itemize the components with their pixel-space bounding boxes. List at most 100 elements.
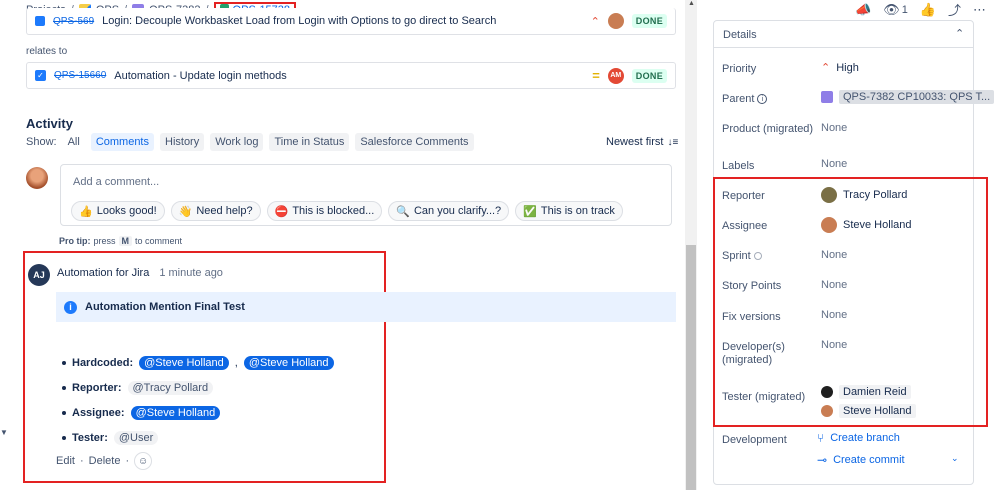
- mention[interactable]: @Steve Holland: [130, 406, 221, 420]
- priority-high-icon: ⌃: [590, 15, 600, 28]
- field-value-sprint[interactable]: None: [821, 249, 847, 261]
- avatar: AM: [607, 67, 624, 84]
- field-value-tester-1[interactable]: Damien Reid: [821, 385, 911, 399]
- developers-label: (migrated): [722, 354, 773, 366]
- pro-tip: Pro tip: press M to comment: [59, 236, 182, 246]
- linked-issue-key[interactable]: QPS-15660: [54, 70, 106, 81]
- reporter-name: Tracy Pollard: [843, 189, 908, 201]
- tab-comments[interactable]: Comments: [90, 133, 154, 151]
- info-panel-text: Automation Mention Final Test: [85, 301, 245, 313]
- reply-need-help-button[interactable]: 👋 Need help?: [170, 201, 261, 221]
- tab-all[interactable]: All: [62, 133, 85, 151]
- field-label-priority: Priority: [722, 63, 757, 75]
- field-value-developers[interactable]: None: [821, 339, 847, 351]
- mention[interactable]: @User: [113, 431, 159, 445]
- tab-salesforce-comments[interactable]: Salesforce Comments: [355, 133, 474, 151]
- linked-issue-row[interactable]: ✓ QPS-15660 Automation - Update login me…: [26, 62, 676, 89]
- divider: [713, 47, 974, 48]
- tester-name: Steve Holland: [839, 404, 916, 418]
- create-commit-button[interactable]: ⊸ Create commit: [817, 453, 905, 467]
- parent-label: Parent: [722, 93, 755, 105]
- assignee-name: Steve Holland: [843, 219, 912, 231]
- separator-dot: ·: [125, 455, 130, 467]
- pro-tip-text: press: [93, 236, 116, 246]
- field-label-reporter: Reporter: [722, 190, 765, 202]
- field-value-fix-versions[interactable]: None: [821, 309, 847, 321]
- field-value-reporter[interactable]: Tracy Pollard: [821, 187, 907, 203]
- field-value-parent[interactable]: QPS-7382 CP10033: QPS T...: [821, 90, 995, 104]
- details-title[interactable]: Details: [723, 29, 757, 41]
- linked-issue-title[interactable]: Login: Decouple Workbasket Load from Log…: [102, 15, 582, 27]
- sort-icon: ↓≡: [667, 136, 679, 148]
- separator-dot: ·: [79, 455, 84, 467]
- tab-history[interactable]: History: [160, 133, 205, 151]
- delete-button[interactable]: Delete: [89, 455, 121, 467]
- create-branch-label: Create branch: [830, 432, 900, 444]
- tab-work-log[interactable]: Work log: [210, 133, 264, 151]
- tab-time-in-status[interactable]: Time in Status: [269, 133, 350, 151]
- comma: ,: [234, 357, 238, 369]
- megaphone-icon[interactable]: 📣: [855, 2, 871, 18]
- reply-label: This is on track: [540, 205, 615, 217]
- scroll-up-arrow-icon[interactable]: ▲: [688, 0, 695, 7]
- status-badge[interactable]: DONE: [631, 14, 667, 28]
- chevron-down-icon[interactable]: ⌄: [951, 453, 959, 464]
- reply-blocked-button[interactable]: ⛔ This is blocked...: [266, 201, 383, 221]
- field-value-tester-2[interactable]: Steve Holland: [821, 404, 916, 418]
- sort-button[interactable]: Newest first ↓≡: [606, 136, 678, 148]
- share-icon[interactable]: ⤴: [948, 0, 961, 19]
- comment-editor[interactable]: Add a comment... 👍 Looks good! 👋 Need help…: [60, 164, 672, 226]
- field-value-product[interactable]: None: [821, 122, 847, 134]
- create-branch-button[interactable]: ⑂ Create branch: [817, 431, 900, 445]
- status-badge[interactable]: DONE: [631, 68, 667, 83]
- field-label-labels: Labels: [722, 160, 755, 172]
- reply-label: Can you clarify...?: [413, 205, 502, 217]
- add-reaction-icon[interactable]: ☺: [134, 452, 153, 470]
- wave-icon: 👋: [178, 205, 193, 218]
- reply-looks-good-button[interactable]: 👍 Looks good!: [71, 201, 165, 221]
- bullet-dot: [62, 411, 66, 415]
- edit-button[interactable]: Edit: [56, 455, 75, 467]
- reply-clarify-button[interactable]: 🔍 Can you clarify...?: [388, 201, 510, 221]
- field-label-story-points: Story Points: [722, 280, 782, 292]
- tester-label: Tester:: [72, 432, 108, 444]
- list-item: Assignee: @Steve Holland: [62, 406, 221, 420]
- collapse-chevron-icon[interactable]: ⌃: [955, 27, 964, 40]
- quick-replies: 👍 Looks good! 👋 Need help? ⛔ This is blocke…: [71, 201, 623, 221]
- reply-on-track-button[interactable]: ✅ This is on track: [515, 201, 623, 221]
- field-value-assignee[interactable]: Steve Holland: [821, 217, 912, 233]
- scrollbar-thumb[interactable]: [686, 245, 696, 490]
- avatar: [607, 13, 624, 29]
- field-value-labels[interactable]: None: [821, 158, 847, 170]
- comment-placeholder[interactable]: Add a comment...: [73, 176, 159, 188]
- mention[interactable]: @Steve Holland: [139, 356, 229, 370]
- list-item: Reporter: @Tracy Pollard: [62, 381, 214, 395]
- check-icon: ✅: [523, 205, 537, 218]
- bullet-dot: [62, 361, 66, 365]
- field-value-priority[interactable]: ⌃ High: [821, 61, 859, 75]
- comment-author[interactable]: Automation for Jira: [57, 267, 149, 279]
- show-label: Show:: [26, 136, 57, 148]
- relates-to-label: relates to: [26, 46, 68, 57]
- avatar: [821, 405, 833, 417]
- mention[interactable]: @Tracy Pollard: [127, 381, 214, 395]
- create-commit-label: Create commit: [833, 454, 905, 466]
- mention[interactable]: @Steve Holland: [243, 356, 334, 370]
- field-label-assignee: Assignee: [722, 220, 768, 232]
- checkbox-icon: [35, 16, 45, 26]
- more-icon[interactable]: ⋯: [973, 2, 986, 18]
- linked-issue-row[interactable]: QPS-569 Login: Decouple Workbasket Load …: [26, 8, 676, 35]
- scroll-down-arrow-icon[interactable]: ▼: [0, 428, 8, 437]
- watch-button[interactable]: 👁 1: [883, 2, 908, 18]
- info-icon[interactable]: [753, 252, 762, 260]
- current-user-avatar: [26, 167, 48, 189]
- thumbs-up-icon[interactable]: 👍: [920, 2, 936, 18]
- parent-value: QPS-7382 CP10033: QPS T...: [839, 90, 995, 104]
- field-label-fix-versions: Fix versions: [722, 311, 781, 323]
- linked-issue-title[interactable]: Automation - Update login methods: [114, 70, 584, 82]
- priority-value: High: [836, 61, 859, 74]
- no-entry-icon: ⛔: [274, 205, 289, 218]
- info-icon[interactable]: i: [757, 94, 768, 104]
- field-value-story-points[interactable]: None: [821, 279, 847, 291]
- linked-issue-key[interactable]: QPS-569: [53, 16, 94, 27]
